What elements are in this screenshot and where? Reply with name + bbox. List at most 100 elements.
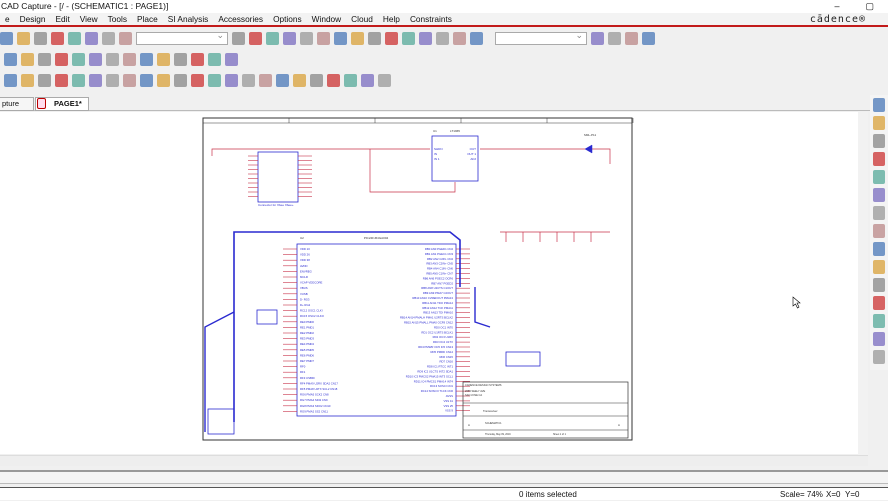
- circle-a-icon[interactable]: [174, 52, 187, 66]
- forward-icon[interactable]: [642, 31, 655, 45]
- hier-block-icon[interactable]: [873, 242, 885, 256]
- maximize-button[interactable]: ▢: [865, 0, 874, 13]
- power-icon[interactable]: [123, 73, 136, 87]
- diamond-icon[interactable]: [873, 350, 885, 364]
- align-grid-icon[interactable]: [361, 73, 374, 87]
- help-icon[interactable]: [470, 31, 483, 45]
- wire-entry-icon[interactable]: [55, 73, 68, 87]
- part-v-icon[interactable]: [157, 52, 170, 66]
- junction-icon[interactable]: [873, 314, 885, 328]
- snap-grid-icon[interactable]: [21, 52, 34, 66]
- circle-w-icon[interactable]: [208, 52, 221, 66]
- vertical-scrollbar[interactable]: [858, 112, 868, 455]
- part-icon[interactable]: [873, 224, 885, 238]
- no-connect-icon[interactable]: [72, 73, 85, 87]
- menu-design[interactable]: Design: [15, 14, 51, 24]
- select-icon[interactable]: [873, 98, 885, 112]
- undo-icon[interactable]: [102, 31, 115, 45]
- ground-icon[interactable]: [873, 206, 885, 220]
- tab-page1[interactable]: PAGE1*: [35, 97, 89, 111]
- place-part-icon[interactable]: [4, 73, 17, 87]
- menu-accessories[interactable]: Accessories: [213, 14, 268, 24]
- back-annotate-icon[interactable]: [436, 31, 449, 45]
- minimize-button[interactable]: –: [834, 0, 839, 13]
- no-connect-icon[interactable]: [873, 188, 885, 202]
- auto-wire-icon[interactable]: [873, 170, 885, 184]
- menu-window[interactable]: Window: [307, 14, 347, 24]
- net-group-icon[interactable]: [873, 134, 885, 148]
- hierarchy-icon[interactable]: [453, 31, 466, 45]
- copy-icon[interactable]: [68, 31, 81, 45]
- text-icon[interactable]: [174, 73, 187, 87]
- wire-icon[interactable]: [873, 116, 885, 130]
- wire-b-icon[interactable]: [89, 52, 102, 66]
- zoom-out-icon[interactable]: [249, 31, 262, 45]
- copy-prop-icon[interactable]: [208, 73, 221, 87]
- drc-icon[interactable]: [351, 31, 364, 45]
- annotate-icon[interactable]: [334, 31, 347, 45]
- cross-ref-icon[interactable]: [385, 31, 398, 45]
- align-left-icon[interactable]: [242, 73, 255, 87]
- back-icon[interactable]: [625, 31, 638, 45]
- zoom-all-icon[interactable]: [283, 31, 296, 45]
- title-block-icon[interactable]: [157, 73, 170, 87]
- menu-e[interactable]: e: [0, 14, 15, 24]
- search-part-icon[interactable]: [89, 73, 102, 87]
- redo-icon[interactable]: [119, 31, 132, 45]
- net-alias-icon[interactable]: [873, 260, 885, 274]
- wire-d-icon[interactable]: [123, 52, 136, 66]
- menu-options[interactable]: Options: [268, 14, 307, 24]
- part-c-icon[interactable]: [225, 52, 238, 66]
- find-combo[interactable]: [495, 30, 587, 45]
- distribute-icon[interactable]: [344, 73, 357, 87]
- paste-icon[interactable]: [85, 31, 98, 45]
- bus-icon[interactable]: [38, 73, 51, 87]
- align-bottom-icon[interactable]: [327, 73, 340, 87]
- off-page-icon[interactable]: [140, 73, 153, 87]
- circle-v-icon[interactable]: [140, 52, 153, 66]
- edit-icon[interactable]: [191, 73, 204, 87]
- part-b-icon[interactable]: [191, 52, 204, 66]
- horizontal-scrollbar[interactable]: [0, 455, 868, 466]
- print-icon[interactable]: [34, 31, 47, 45]
- menu-place[interactable]: Place: [132, 14, 163, 24]
- play-icon[interactable]: [38, 52, 51, 66]
- menu-help[interactable]: Help: [378, 14, 405, 24]
- eye-icon[interactable]: [300, 31, 313, 45]
- menu-tools[interactable]: Tools: [103, 14, 132, 24]
- zoom-area-icon[interactable]: [266, 31, 279, 45]
- place-hier-icon[interactable]: [106, 73, 119, 87]
- tab-project[interactable]: pture tu...*: [0, 97, 34, 111]
- table-icon[interactable]: [225, 73, 238, 87]
- part-search-combo[interactable]: [136, 30, 228, 45]
- bus-entry-icon[interactable]: [873, 296, 885, 310]
- menu-cloud[interactable]: Cloud: [346, 14, 378, 24]
- bom-icon[interactable]: [368, 31, 381, 45]
- menu-constraints[interactable]: Constraints: [405, 14, 457, 24]
- net-alias-icon[interactable]: [21, 73, 34, 87]
- off-page-icon[interactable]: [873, 278, 885, 292]
- wire-a-icon[interactable]: [72, 52, 85, 66]
- zoom-in-icon[interactable]: [232, 31, 245, 45]
- align-center-icon[interactable]: [259, 73, 272, 87]
- open-folder-icon[interactable]: [0, 31, 13, 45]
- area-select-icon[interactable]: [55, 52, 68, 66]
- cut-icon[interactable]: [51, 31, 64, 45]
- netlist-icon[interactable]: [317, 31, 330, 45]
- align-top-icon[interactable]: [293, 73, 306, 87]
- save-icon[interactable]: [17, 31, 30, 45]
- report-icon[interactable]: [402, 31, 415, 45]
- menu-si-analysis[interactable]: SI Analysis: [163, 14, 214, 24]
- wire-c-icon[interactable]: [106, 52, 119, 66]
- align-middle-icon[interactable]: [310, 73, 323, 87]
- menu-view[interactable]: View: [75, 14, 103, 24]
- tag-icon[interactable]: [378, 73, 391, 87]
- align-right-icon[interactable]: [276, 73, 289, 87]
- bus-icon[interactable]: [873, 152, 885, 166]
- binoculars-icon[interactable]: [591, 31, 604, 45]
- layout-icon[interactable]: [419, 31, 432, 45]
- find-dropdown-icon[interactable]: [608, 31, 621, 45]
- text-icon[interactable]: [873, 332, 885, 346]
- select-icon[interactable]: [4, 52, 17, 66]
- menu-edit[interactable]: Edit: [50, 14, 74, 24]
